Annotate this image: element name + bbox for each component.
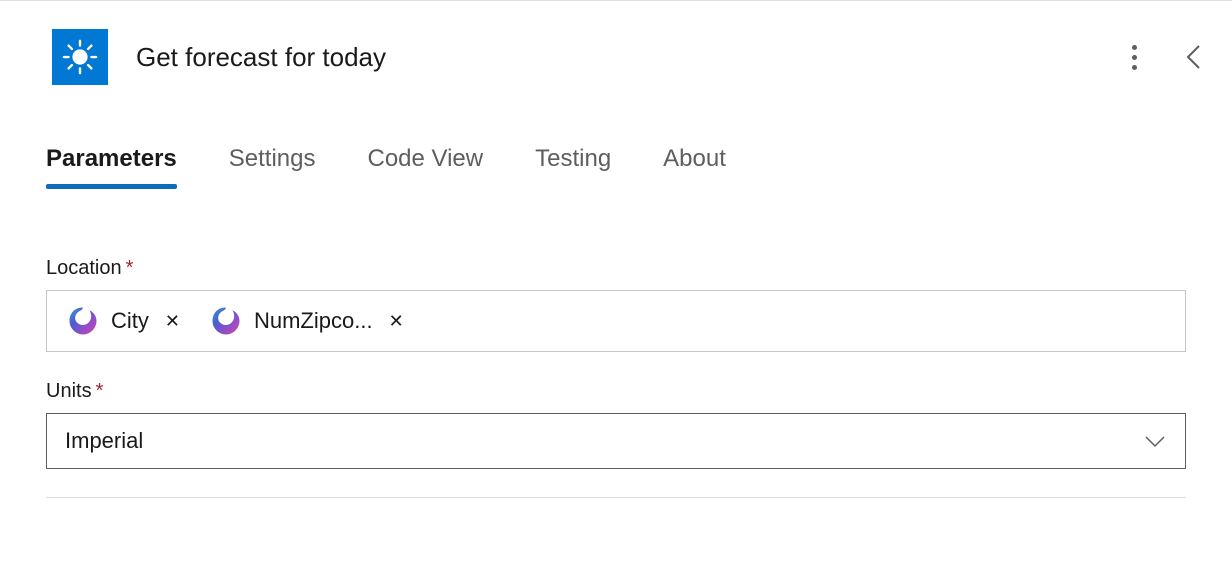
- required-indicator: *: [126, 257, 134, 279]
- vertical-dots-icon: [1132, 45, 1137, 70]
- tab-parameters[interactable]: Parameters: [46, 145, 177, 187]
- location-label: Location*: [46, 257, 1186, 280]
- divider: [46, 497, 1186, 498]
- chevron-left-icon: [1184, 43, 1204, 71]
- token-remove-button[interactable]: ✕: [159, 311, 186, 332]
- collapse-button[interactable]: [1176, 39, 1212, 75]
- token-label: City: [111, 308, 149, 334]
- more-menu-button[interactable]: [1116, 39, 1152, 75]
- dynamic-content-icon: [208, 303, 244, 339]
- weather-icon: [52, 29, 108, 85]
- token-city[interactable]: City ✕: [59, 299, 192, 343]
- dynamic-content-icon: [65, 303, 101, 339]
- location-field: Location*: [46, 257, 1186, 352]
- required-indicator: *: [96, 380, 104, 402]
- parameters-form: Location*: [0, 257, 1232, 498]
- tab-code-view[interactable]: Code View: [367, 145, 483, 187]
- tab-settings[interactable]: Settings: [229, 145, 316, 187]
- token-label: NumZipco...: [254, 308, 373, 334]
- token-remove-button[interactable]: ✕: [383, 311, 410, 332]
- header-actions: [1116, 39, 1212, 75]
- panel-title: Get forecast for today: [136, 42, 1116, 73]
- tab-about[interactable]: About: [663, 145, 726, 187]
- chevron-down-icon: [1143, 433, 1167, 449]
- tab-testing[interactable]: Testing: [535, 145, 611, 187]
- units-label: Units*: [46, 380, 1186, 403]
- panel-header: Get forecast for today: [0, 29, 1232, 85]
- location-input[interactable]: City ✕ NumZipco... ✕: [46, 290, 1186, 352]
- units-label-text: Units: [46, 380, 92, 402]
- action-panel: Get forecast for today Parameters Settin…: [0, 0, 1232, 574]
- units-select[interactable]: Imperial: [46, 413, 1186, 469]
- location-label-text: Location: [46, 257, 122, 279]
- units-field: Units* Imperial: [46, 380, 1186, 469]
- token-zipcode[interactable]: NumZipco... ✕: [202, 299, 416, 343]
- units-value: Imperial: [65, 428, 143, 454]
- tab-list: Parameters Settings Code View Testing Ab…: [0, 145, 1232, 187]
